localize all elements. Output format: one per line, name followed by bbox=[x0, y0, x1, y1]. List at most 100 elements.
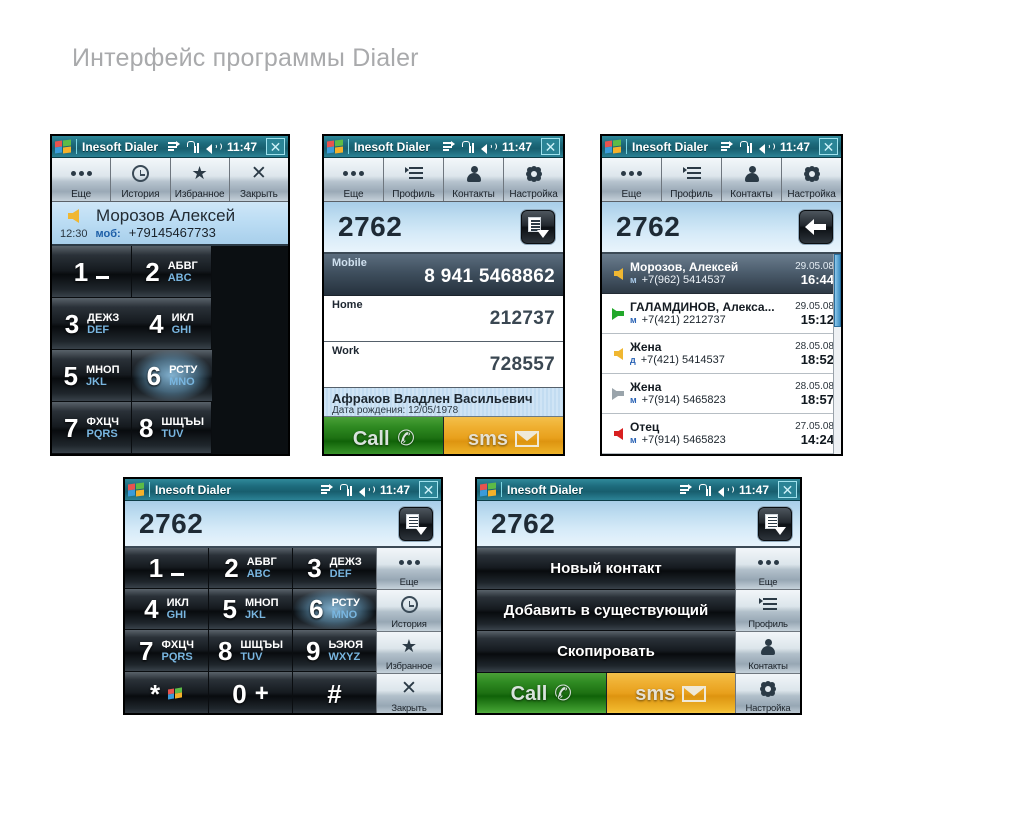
connection-icon[interactable] bbox=[442, 141, 456, 152]
speaker-icon[interactable] bbox=[205, 141, 222, 154]
key-0[interactable]: 0 + bbox=[209, 672, 293, 713]
clock-time[interactable]: 11:47 bbox=[780, 140, 810, 154]
speaker-icon[interactable] bbox=[480, 141, 497, 154]
key-6[interactable]: 6 РСТУ MNO bbox=[293, 589, 376, 630]
history-row[interactable]: Морозов, Алексей м +7(962) 5414537 29.05… bbox=[602, 254, 841, 294]
menu-item-copy[interactable]: Скопировать bbox=[477, 631, 735, 674]
back-button[interactable] bbox=[799, 210, 833, 244]
dropdown-list-button[interactable] bbox=[521, 210, 555, 244]
key-7[interactable]: 7 ФХЦЧ PQRS bbox=[52, 402, 132, 454]
toolbar-item-profile[interactable]: Профиль bbox=[384, 158, 444, 201]
number-display-5[interactable]: 2762 bbox=[477, 501, 800, 548]
number-display-3[interactable]: 2762 bbox=[602, 202, 841, 254]
dropdown-list-button[interactable] bbox=[399, 506, 433, 541]
toolbar-item-more[interactable]: Еще bbox=[324, 158, 384, 201]
signal-icon[interactable] bbox=[739, 140, 753, 153]
key-2[interactable]: 2 АБВГ ABC bbox=[132, 246, 212, 298]
key-3[interactable]: 3 ДЕЖЗ DEF bbox=[293, 548, 376, 589]
history-row[interactable]: Жена м +7(914) 5465823 28.05.08 18:57 bbox=[602, 374, 841, 414]
sidebar-item-close[interactable]: ✕ Закрыть bbox=[376, 674, 441, 713]
close-button[interactable]: ✕ bbox=[819, 138, 838, 155]
toolbar-item-close[interactable]: ✕ Закрыть bbox=[229, 158, 288, 201]
clock-time[interactable]: 11:47 bbox=[502, 140, 532, 154]
sidebar-item-more[interactable]: Еще bbox=[376, 548, 441, 590]
clock-time[interactable]: 11:47 bbox=[739, 483, 769, 497]
list-scrollbar[interactable] bbox=[833, 254, 841, 454]
signal-icon[interactable] bbox=[186, 140, 200, 153]
close-button[interactable]: ✕ bbox=[778, 481, 797, 498]
toolbar-item-more[interactable]: Еще bbox=[52, 158, 112, 201]
call-button[interactable]: Call ✆ bbox=[324, 417, 444, 454]
toolbar-item-label: Еще bbox=[71, 189, 92, 200]
key-5[interactable]: 5 МНОП JKL bbox=[209, 589, 293, 630]
history-row-main: Жена д +7(421) 5414537 bbox=[628, 340, 795, 367]
key-1[interactable]: 1 bbox=[125, 548, 209, 589]
key-5[interactable]: 5 МНОП JKL bbox=[52, 350, 132, 402]
key-9[interactable]: 9ЬЭЮЯWXYZ bbox=[293, 630, 376, 672]
key-star[interactable]: * bbox=[132, 454, 212, 456]
speaker-icon[interactable] bbox=[717, 484, 734, 497]
clock-time[interactable]: 11:47 bbox=[227, 140, 257, 154]
key-8[interactable]: 8 ШЩЪЫ TUV bbox=[132, 402, 212, 454]
history-row[interactable]: Жена д +7(421) 5414537 28.05.08 18:52 bbox=[602, 334, 841, 374]
speaker-icon[interactable] bbox=[358, 484, 375, 497]
sidebar-item-more[interactable]: Еще bbox=[735, 548, 800, 590]
toolbar-item-history[interactable]: История bbox=[111, 158, 171, 201]
scrollbar-thumb[interactable] bbox=[834, 254, 841, 328]
speaker-icon[interactable] bbox=[758, 141, 775, 154]
menu-item-add-to-existing[interactable]: Добавить в существующий bbox=[477, 589, 735, 632]
sidebar-item-contacts[interactable]: Контакты bbox=[735, 632, 800, 674]
key-letters-en: MNO bbox=[331, 609, 358, 621]
key-3[interactable]: 3 ДЕЖЗ DEF bbox=[52, 298, 132, 350]
sidebar-item-history[interactable]: История bbox=[376, 590, 441, 632]
sidebar-item-settings[interactable]: Настройка bbox=[735, 674, 800, 713]
key-4[interactable]: 4 ИКЛ GHI bbox=[132, 298, 212, 350]
close-button[interactable]: ✕ bbox=[541, 138, 560, 155]
toolbar-item-profile[interactable]: Профиль bbox=[662, 158, 722, 201]
call-button[interactable]: Call ✆ bbox=[477, 673, 607, 713]
connection-icon[interactable] bbox=[679, 484, 693, 495]
key-8[interactable]: 8 ШЩЪЫ TUV bbox=[209, 630, 293, 672]
signal-icon[interactable] bbox=[461, 140, 475, 153]
key-star[interactable]: * bbox=[125, 672, 209, 713]
sms-button[interactable]: sms bbox=[444, 417, 563, 454]
key-1[interactable]: 1 bbox=[52, 246, 132, 298]
key-6[interactable]: 6 РСТУ MNO bbox=[132, 350, 212, 402]
history-row[interactable]: ГАЛАМДИНОВ, Алекса... м +7(421) 2212737 … bbox=[602, 294, 841, 334]
sidebar-item-profile[interactable]: Профиль bbox=[735, 590, 800, 632]
contact-footer[interactable]: Афраков Владлен Васильевич Дата рождения… bbox=[324, 388, 563, 417]
key-7[interactable]: 7 ФХЦЧ PQRS bbox=[125, 630, 209, 672]
connection-icon[interactable] bbox=[167, 141, 181, 152]
clock-time[interactable]: 11:47 bbox=[380, 483, 410, 497]
connection-icon[interactable] bbox=[320, 484, 334, 495]
sidebar-item-favorites[interactable]: ★ Избранное bbox=[376, 632, 441, 674]
history-row[interactable]: Отец м +7(914) 5465823 27.05.08 14:24 bbox=[602, 414, 841, 454]
signal-icon[interactable] bbox=[698, 483, 712, 496]
key-hash[interactable]: # bbox=[293, 672, 376, 713]
outgoing-call-arrow-icon bbox=[608, 307, 628, 320]
connection-icon[interactable] bbox=[720, 141, 734, 152]
detail-row-work[interactable]: Work 728557 bbox=[324, 342, 563, 388]
menu-item-new-contact[interactable]: Новый контакт bbox=[477, 548, 735, 590]
close-button[interactable]: ✕ bbox=[419, 481, 438, 498]
key-letters-ru: АБВГ bbox=[167, 259, 198, 272]
toolbar-item-settings[interactable]: Настройка bbox=[504, 158, 563, 201]
number-display-4[interactable]: 2762 bbox=[125, 501, 441, 548]
sms-button[interactable]: sms bbox=[606, 673, 735, 713]
detail-row-home[interactable]: Home 212737 bbox=[324, 296, 563, 342]
toolbar-item-contacts[interactable]: Контакты bbox=[722, 158, 782, 201]
close-button[interactable]: ✕ bbox=[266, 138, 285, 155]
detail-row-mobile[interactable]: Mobile 8 941 5468862 bbox=[324, 254, 563, 296]
key-2[interactable]: 2 АБВГ ABC bbox=[209, 548, 293, 589]
toolbar-item-favorites[interactable]: ★ Избранное bbox=[170, 158, 230, 201]
toolbar-item-contacts[interactable]: Контакты bbox=[444, 158, 504, 201]
toolbar-item-settings[interactable]: Настройка bbox=[782, 158, 841, 201]
dropdown-list-button[interactable] bbox=[758, 506, 792, 541]
key-9[interactable]: 9ЬЭЮЯWXYZ bbox=[52, 454, 132, 456]
number-display-2[interactable]: 2762 bbox=[324, 202, 563, 254]
toolbar-item-more[interactable]: Еще bbox=[602, 158, 662, 201]
key-4[interactable]: 4 ИКЛ GHI bbox=[125, 589, 209, 630]
signal-icon[interactable] bbox=[339, 483, 353, 496]
call-info-strip[interactable]: Морозов Алексей 12:30 моб: +79145467733 bbox=[52, 202, 288, 246]
key-letters-ru: ЬЭЮЯ bbox=[328, 638, 364, 651]
